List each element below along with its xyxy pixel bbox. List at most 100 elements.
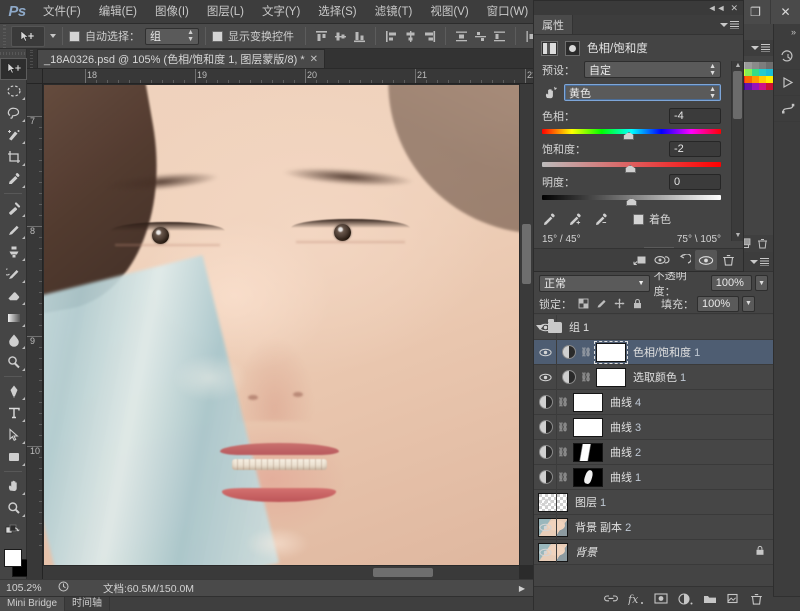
properties-panel-menu-icon[interactable] [720, 21, 739, 29]
color-swatch[interactable] [745, 83, 752, 90]
color-swatch[interactable] [752, 69, 759, 76]
color-swatch[interactable] [759, 62, 766, 69]
default-colors-icon[interactable] [0, 519, 27, 541]
mask-link-icon[interactable]: ⛓ [557, 472, 569, 483]
close-window-button[interactable]: ✕ [770, 0, 800, 24]
eyedropper-subtract-icon[interactable] [594, 212, 609, 227]
menu-file[interactable]: 文件(F) [34, 0, 90, 24]
slider-value-field[interactable]: 0 [669, 174, 721, 190]
layer-visibility-toggle[interactable] [534, 490, 557, 515]
expand-dock-icon[interactable]: » [791, 27, 796, 37]
current-tool-icon[interactable] [11, 26, 45, 47]
canvas-vertical-scrollbar[interactable] [519, 84, 533, 565]
lasso-tool[interactable] [0, 102, 27, 124]
canvas-vertical-scroll-thumb[interactable] [522, 224, 531, 284]
eyedropper-add-icon[interactable] [568, 212, 583, 227]
table-row[interactable]: 背景 [534, 540, 773, 565]
new-layer-icon[interactable] [727, 593, 740, 604]
opacity-stepper[interactable]: ▼ [755, 275, 768, 291]
tab-properties[interactable]: 属性 [534, 15, 573, 34]
table-row[interactable]: ⛓曲线 3 [534, 415, 773, 440]
layer-thumbnail[interactable] [573, 418, 603, 437]
distribute-top-icon[interactable] [453, 27, 470, 46]
timeline-tab[interactable]: 时间轴 [65, 597, 110, 611]
eyedropper-icon[interactable] [542, 212, 557, 227]
menu-type[interactable]: 文字(Y) [253, 0, 309, 24]
mini-bridge-tab[interactable]: Mini Bridge [0, 597, 65, 611]
canvas-horizontal-scroll-thumb[interactable] [373, 568, 433, 577]
colorize-checkbox[interactable] [633, 214, 644, 225]
show-transform-checkbox[interactable] [212, 31, 223, 42]
tool-preset-chevron-icon[interactable] [50, 34, 56, 38]
slider-track[interactable] [542, 161, 721, 170]
menu-layer[interactable]: 图层(L) [198, 0, 253, 24]
slider-track[interactable] [542, 194, 721, 203]
elliptical-marquee-tool[interactable] [0, 80, 27, 102]
auto-select-scope-select[interactable]: 组 ▲▼ [145, 28, 199, 45]
color-swatch[interactable] [766, 83, 773, 90]
mask-link-icon[interactable]: ⛓ [557, 397, 569, 408]
color-swatch[interactable] [745, 69, 752, 76]
table-row[interactable]: ⛓曲线 2 [534, 440, 773, 465]
color-swatch[interactable] [752, 76, 759, 83]
foreground-color-swatch[interactable] [4, 549, 22, 567]
mask-link-icon[interactable]: ⛓ [580, 347, 592, 358]
table-row[interactable]: ⛓曲线 1 [534, 465, 773, 490]
color-swatch[interactable] [759, 83, 766, 90]
preset-select[interactable]: 自定 ▲▼ [584, 61, 721, 78]
rectangle-tool[interactable] [0, 446, 27, 468]
align-right-edges-icon[interactable] [421, 27, 438, 46]
new-adjustment-layer-icon[interactable] [678, 593, 693, 605]
menu-window[interactable]: 窗口(W) [478, 0, 538, 24]
color-swatch[interactable] [759, 76, 766, 83]
reset-icon[interactable] [673, 250, 695, 270]
color-swatch[interactable] [766, 62, 773, 69]
quick-selection-tool[interactable] [0, 124, 27, 146]
actions-panel-icon[interactable] [774, 70, 800, 96]
auto-select-checkbox[interactable] [69, 31, 80, 42]
delete-swatch-icon[interactable] [757, 238, 768, 252]
document-sizes-icon[interactable] [58, 581, 69, 595]
brush-tool[interactable] [0, 219, 27, 241]
table-row[interactable]: 背景 副本 2 [534, 515, 773, 540]
properties-titlebar[interactable]: ◄◄ ✕ [534, 1, 743, 15]
layer-visibility-toggle[interactable] [534, 340, 557, 365]
lock-position-icon[interactable] [613, 297, 626, 310]
properties-scroll-thumb[interactable] [733, 71, 742, 119]
align-top-edges-icon[interactable] [313, 27, 330, 46]
table-row[interactable]: 图层 1 [534, 490, 773, 515]
color-swatch[interactable] [745, 76, 752, 83]
slider-value-field[interactable]: -4 [669, 108, 721, 124]
menu-select[interactable]: 选择(S) [309, 0, 365, 24]
new-group-icon[interactable] [703, 593, 717, 604]
slider-value-field[interactable]: -2 [669, 141, 721, 157]
lock-transparent-pixels-icon[interactable] [577, 297, 590, 310]
table-row[interactable]: ⛓色相/饱和度 1 [534, 340, 773, 365]
layer-visibility-toggle[interactable] [534, 365, 557, 390]
menu-filter[interactable]: 滤镜(T) [366, 0, 422, 24]
tab-strip-grip[interactable] [27, 48, 37, 68]
color-swatch[interactable] [766, 76, 773, 83]
fill-value[interactable]: 100% [697, 296, 739, 312]
scroll-down-arrow-icon[interactable]: ▼ [734, 232, 742, 240]
mask-link-icon[interactable]: ⛓ [557, 422, 569, 433]
layer-visibility-toggle[interactable] [534, 515, 557, 540]
history-panel-icon[interactable] [774, 44, 800, 70]
slider-track[interactable] [542, 128, 721, 137]
layer-thumbnail[interactable] [573, 443, 603, 462]
delete-icon[interactable] [717, 250, 739, 270]
distribute-vertical-center-icon[interactable] [472, 27, 489, 46]
eraser-tool[interactable] [0, 285, 27, 307]
lock-all-icon[interactable] [631, 297, 644, 310]
pen-tool[interactable] [0, 380, 27, 402]
collapse-panel-icon[interactable]: ◄◄ [708, 3, 726, 13]
table-row[interactable]: 组 1 [534, 315, 773, 340]
swatches-panel-menu-icon[interactable] [751, 44, 770, 52]
color-swatch[interactable] [752, 62, 759, 69]
move-tool[interactable] [0, 58, 27, 80]
distribute-bottom-icon[interactable] [491, 27, 508, 46]
table-row[interactable]: ⛓选取颜色 1 [534, 365, 773, 390]
document-tab[interactable]: _18A0326.psd @ 105% (色相/饱和度 1, 图层蒙版/8) *… [37, 49, 325, 68]
spot-healing-brush-tool[interactable] [0, 197, 27, 219]
menu-view[interactable]: 视图(V) [421, 0, 477, 24]
